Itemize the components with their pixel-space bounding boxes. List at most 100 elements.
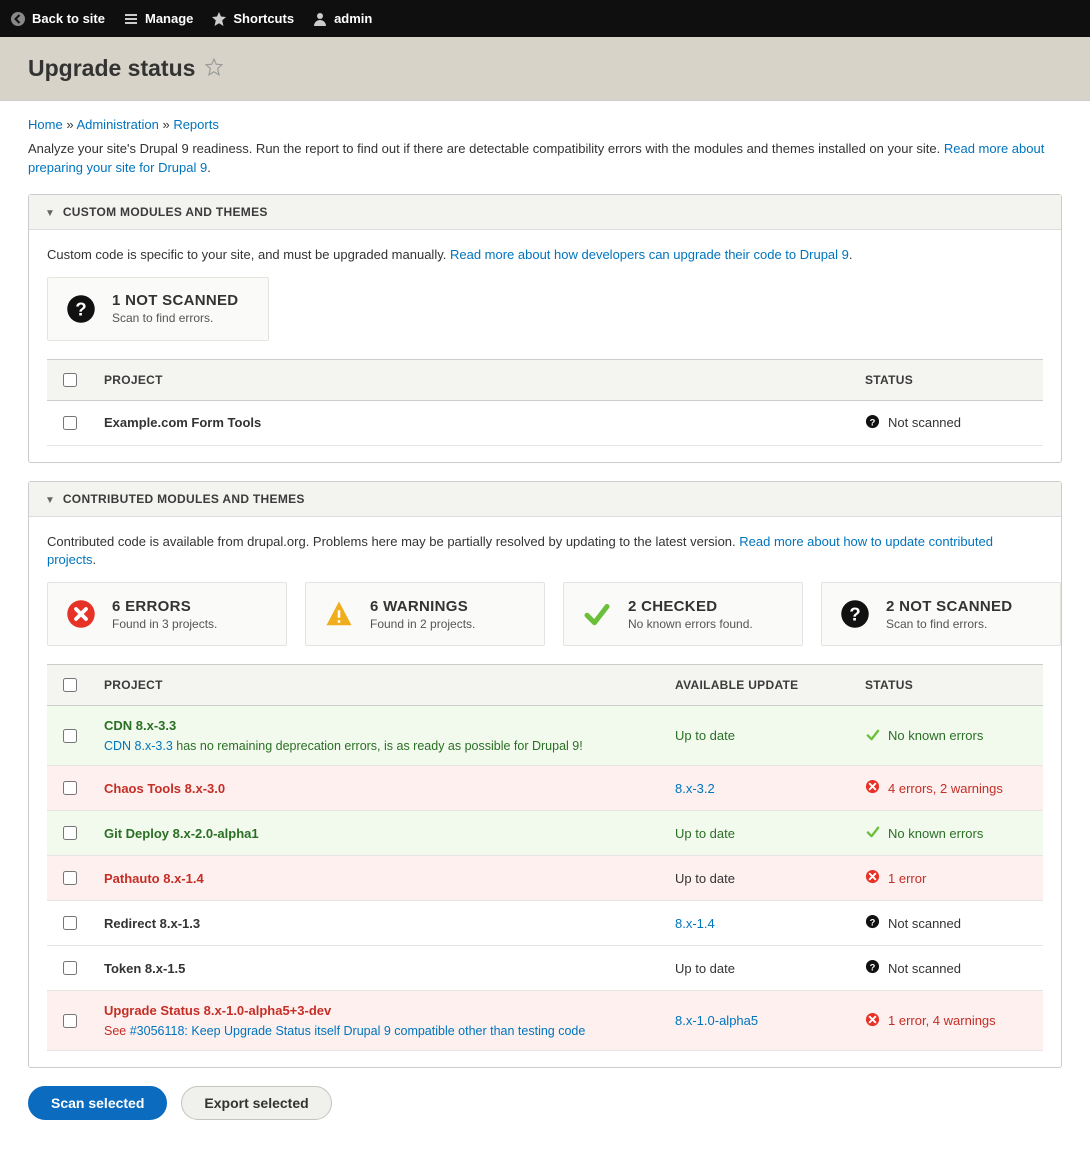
table-row: Redirect 8.x-1.3 8.x-1.4 Not scanned xyxy=(47,901,1043,946)
summary-title: 6 WARNINGS xyxy=(370,598,475,615)
shortcuts-label: Shortcuts xyxy=(233,11,294,26)
update-text: Up to date xyxy=(675,871,735,886)
row-checkbox[interactable] xyxy=(63,729,77,743)
summary-sub: No known errors found. xyxy=(628,617,753,631)
table-row: Pathauto 8.x-1.4 Up to date 1 error xyxy=(47,856,1043,901)
summary-sub: Found in 3 projects. xyxy=(112,617,217,631)
contrib-select-all[interactable] xyxy=(63,678,77,692)
summary-tile: 2 NOT SCANNED Scan to find errors. xyxy=(821,582,1061,646)
manage-label: Manage xyxy=(145,11,193,26)
summary-sub: Found in 2 projects. xyxy=(370,617,475,631)
summary-tile: 6 WARNINGS Found in 2 projects. xyxy=(305,582,545,646)
status-text: 1 error xyxy=(888,871,926,886)
user-label: admin xyxy=(334,11,372,26)
chevron-left-icon xyxy=(10,11,26,27)
error-icon xyxy=(865,779,880,797)
caret-down-icon: ▼ xyxy=(45,495,55,506)
summary-sub: Scan to find errors. xyxy=(886,617,1012,631)
breadcrumb-reports[interactable]: Reports xyxy=(173,117,219,132)
question-icon xyxy=(865,414,880,432)
error-icon xyxy=(865,869,880,887)
summary-title: 2 NOT SCANNED xyxy=(886,598,1012,615)
row-checkbox[interactable] xyxy=(63,1014,77,1028)
contrib-panel: ▼ Contributed modules and themes Contrib… xyxy=(28,481,1062,1069)
col-status: Status xyxy=(853,665,1043,706)
custom-panel-header[interactable]: ▼ Custom modules and themes xyxy=(29,195,1061,230)
summary-tile: 6 ERRORS Found in 3 projects. xyxy=(47,582,287,646)
project-note: CDN 8.x-3.3 has no remaining deprecation… xyxy=(104,739,651,753)
update-text: Up to date xyxy=(675,728,735,743)
menu-icon xyxy=(123,11,139,27)
project-name: Chaos Tools 8.x-3.0 xyxy=(104,781,225,796)
col-project: Project xyxy=(92,665,663,706)
breadcrumb-home[interactable]: Home xyxy=(28,117,63,132)
project-name: Pathauto 8.x-1.4 xyxy=(104,871,204,886)
custom-select-all[interactable] xyxy=(63,373,77,387)
custom-body-link[interactable]: Read more about how developers can upgra… xyxy=(450,247,849,262)
row-checkbox[interactable] xyxy=(63,961,77,975)
row-checkbox[interactable] xyxy=(63,871,77,885)
project-name: Example.com Form Tools xyxy=(104,415,261,430)
update-text: Up to date xyxy=(675,826,735,841)
custom-panel: ▼ Custom modules and themes Custom code … xyxy=(28,194,1062,463)
status-text: 1 error, 4 warnings xyxy=(888,1013,996,1028)
titlebar: Upgrade status xyxy=(0,37,1090,101)
question-icon xyxy=(865,914,880,932)
intro-text: Analyze your site's Drupal 9 readiness. … xyxy=(28,140,1062,178)
back-label: Back to site xyxy=(32,11,105,26)
table-row: Git Deploy 8.x-2.0-alpha1 Up to date No … xyxy=(47,811,1043,856)
update-text: Up to date xyxy=(675,961,735,976)
table-row: Upgrade Status 8.x-1.0-alpha5+3-dev See #… xyxy=(47,991,1043,1051)
custom-body: Custom code is specific to your site, an… xyxy=(47,246,1043,265)
check-icon xyxy=(865,824,880,842)
custom-summary-tile: 1 NOT SCANNED Scan to find errors. xyxy=(47,277,269,341)
custom-heading: Custom modules and themes xyxy=(63,205,268,219)
contrib-panel-header[interactable]: ▼ Contributed modules and themes xyxy=(29,482,1061,517)
row-checkbox[interactable] xyxy=(63,781,77,795)
summary-sub: Scan to find errors. xyxy=(112,311,238,325)
user-link[interactable]: admin xyxy=(312,11,372,27)
error-icon xyxy=(865,1012,880,1030)
export-selected-button[interactable]: Export selected xyxy=(181,1086,331,1120)
shortcut-star-icon[interactable] xyxy=(205,58,223,79)
summary-tile: 2 CHECKEDNo known errors found. xyxy=(563,582,803,646)
breadcrumb-admin[interactable]: Administration xyxy=(76,117,158,132)
custom-table: Project Status Example.com Form Tools No… xyxy=(47,359,1043,446)
table-row: CDN 8.x-3.3CDN 8.x-3.3 has no remaining … xyxy=(47,706,1043,766)
project-note: See #3056118: Keep Upgrade Status itself… xyxy=(104,1024,651,1038)
back-to-site-link[interactable]: Back to site xyxy=(10,11,105,27)
user-icon xyxy=(312,11,328,27)
status-text: 4 errors, 2 warnings xyxy=(888,781,1003,796)
row-checkbox[interactable] xyxy=(63,826,77,840)
check-icon xyxy=(580,597,614,631)
manage-link[interactable]: Manage xyxy=(123,11,193,27)
row-checkbox[interactable] xyxy=(63,916,77,930)
error-icon xyxy=(64,597,98,631)
star-icon xyxy=(211,11,227,27)
table-row: Token 8.x-1.5 Up to date Not scanned xyxy=(47,946,1043,991)
table-row: Example.com Form Tools Not scanned xyxy=(47,400,1043,445)
row-checkbox[interactable] xyxy=(63,416,77,430)
project-name: Upgrade Status 8.x-1.0-alpha5+3-dev xyxy=(104,1003,331,1018)
col-status: Status xyxy=(853,359,1043,400)
table-row: Chaos Tools 8.x-3.0 8.x-3.2 4 errors, 2 … xyxy=(47,766,1043,811)
update-link[interactable]: 8.x-1.4 xyxy=(675,916,715,931)
status-text: No known errors xyxy=(888,728,983,743)
question-icon xyxy=(838,597,872,631)
status-text: No known errors xyxy=(888,826,983,841)
status-text: Not scanned xyxy=(888,961,961,976)
breadcrumb: Home » Administration » Reports xyxy=(28,117,1062,132)
warning-icon xyxy=(322,597,356,631)
scan-selected-button[interactable]: Scan selected xyxy=(28,1086,167,1120)
question-icon xyxy=(865,959,880,977)
actions: Scan selected Export selected xyxy=(28,1086,1062,1120)
shortcuts-link[interactable]: Shortcuts xyxy=(211,11,294,27)
project-name: Redirect 8.x-1.3 xyxy=(104,916,200,931)
update-link[interactable]: 8.x-3.2 xyxy=(675,781,715,796)
caret-down-icon: ▼ xyxy=(45,208,55,219)
update-link[interactable]: 8.x-1.0-alpha5 xyxy=(675,1013,758,1028)
status-text: Not scanned xyxy=(888,916,961,931)
contrib-body: Contributed code is available from drupa… xyxy=(47,533,1043,571)
contrib-heading: Contributed modules and themes xyxy=(63,492,305,506)
summary-title: 6 ERRORS xyxy=(112,598,217,615)
